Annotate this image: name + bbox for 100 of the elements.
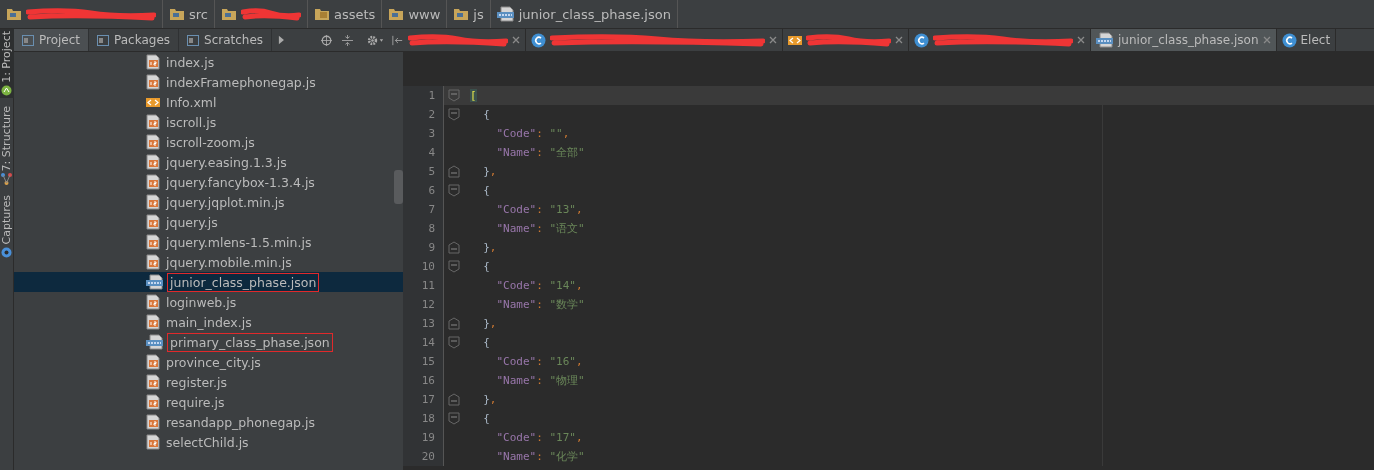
tree-item[interactable]: jquery.fancybox-1.3.4.js xyxy=(163,172,318,192)
js-file-icon xyxy=(146,234,160,250)
tree-item[interactable]: selectChild.js xyxy=(163,432,252,452)
settings-icon[interactable] xyxy=(366,33,384,47)
code-line: "Name": "数学" xyxy=(495,297,585,312)
code-line: { xyxy=(482,108,490,121)
breadcrumb-item[interactable]: junior_class_phase.json xyxy=(518,6,671,22)
tree-item[interactable]: require.js xyxy=(163,392,228,412)
tree-item[interactable]: junior_class_phase.json xyxy=(167,272,320,292)
js-file-icon xyxy=(146,114,160,130)
js-file-icon xyxy=(146,194,160,210)
close-icon[interactable] xyxy=(1262,36,1271,44)
tool-window-tab[interactable]: 7: Structure xyxy=(0,103,14,188)
line-number: 11 xyxy=(420,278,436,294)
fold-marker-icon[interactable] xyxy=(448,241,460,254)
folder-icon xyxy=(6,7,22,21)
tree-item[interactable]: resandapp_phonegap.js xyxy=(163,412,318,432)
line-number: 5 xyxy=(427,164,436,180)
line-number: 16 xyxy=(420,373,436,389)
tree-item[interactable]: index.js xyxy=(163,52,218,72)
code-line: }, xyxy=(482,165,497,178)
panel-tab[interactable]: Project xyxy=(14,29,90,51)
scrollbar-thumb[interactable] xyxy=(394,170,403,204)
close-icon[interactable] xyxy=(895,36,903,44)
tree-item[interactable]: jquery.mlens-1.5.min.js xyxy=(163,232,315,252)
line-number: 20 xyxy=(420,449,436,465)
editor-tab[interactable]: Elect xyxy=(1276,29,1337,51)
tree-item[interactable]: jquery.js xyxy=(163,212,221,232)
fold-marker-icon[interactable] xyxy=(448,336,460,349)
class-icon xyxy=(1281,32,1297,48)
line-number: 17 xyxy=(420,392,436,408)
class-icon xyxy=(914,32,929,48)
panel-icon xyxy=(187,34,200,46)
tree-item[interactable]: main_index.js xyxy=(163,312,255,332)
js-file-icon xyxy=(146,434,160,450)
code-line: }, xyxy=(482,317,497,330)
breadcrumb-item[interactable]: assets xyxy=(334,6,376,22)
js-file-icon xyxy=(146,134,160,150)
js-file-icon xyxy=(146,414,160,430)
tree-item[interactable]: jquery.mobile.min.js xyxy=(163,252,295,272)
json-file-icon xyxy=(146,334,164,350)
fold-marker-icon[interactable] xyxy=(448,89,460,102)
line-number: 9 xyxy=(427,240,436,256)
js-file-icon xyxy=(146,254,160,270)
folder-icon xyxy=(388,7,405,21)
line-number: 7 xyxy=(427,202,436,218)
collapse-icon[interactable] xyxy=(341,33,353,47)
fold-marker-icon[interactable] xyxy=(448,412,460,425)
resources-folder-icon xyxy=(314,7,330,21)
close-icon[interactable] xyxy=(512,36,520,44)
js-file-icon xyxy=(146,214,160,230)
tree-item[interactable]: primary_class_phase.json xyxy=(167,332,333,352)
target-icon[interactable] xyxy=(320,33,332,47)
breadcrumb-item[interactable]: src xyxy=(189,6,208,22)
tree-item[interactable]: jquery.easing.1.3.js xyxy=(163,152,290,172)
code-line: { xyxy=(482,184,490,197)
js-file-icon xyxy=(146,154,160,170)
tree-item[interactable]: iscroll-zoom.js xyxy=(163,132,258,152)
breadcrumb-item[interactable]: js xyxy=(473,6,484,22)
js-file-icon xyxy=(146,394,160,410)
tool-window-tab[interactable]: Captures xyxy=(0,193,14,260)
json-file-icon xyxy=(496,6,515,22)
tree-item[interactable]: register.js xyxy=(163,372,231,392)
fold-marker-icon[interactable] xyxy=(448,317,460,330)
tree-item[interactable]: loginweb.js xyxy=(163,292,240,312)
fold-marker-icon[interactable] xyxy=(448,165,460,178)
line-number: 1 xyxy=(427,88,436,104)
android-icon xyxy=(1,84,12,96)
fold-marker-icon[interactable] xyxy=(448,184,460,197)
fold-marker-icon[interactable] xyxy=(448,260,460,273)
fold-marker-icon[interactable] xyxy=(448,393,460,406)
tree-item[interactable]: Info.xml xyxy=(163,92,220,112)
hide-panel-icon[interactable] xyxy=(391,33,403,47)
fold-marker-icon[interactable] xyxy=(448,108,460,121)
breadcrumb-item[interactable]: www xyxy=(408,6,441,22)
tree-item[interactable]: jquery.jqplot.min.js xyxy=(163,192,288,212)
more-arrow-icon[interactable] xyxy=(278,35,285,45)
code-line: "Code": "17", xyxy=(495,431,583,444)
panel-icon xyxy=(97,34,110,46)
tree-item[interactable]: iscroll.js xyxy=(163,112,220,132)
close-icon[interactable] xyxy=(769,36,777,44)
tree-item[interactable]: indexFramephonegap.js xyxy=(163,72,319,92)
close-icon[interactable] xyxy=(1077,36,1085,44)
code-line: { xyxy=(482,412,490,425)
panel-tab[interactable]: Scratches xyxy=(179,29,273,51)
panel-tab[interactable]: Packages xyxy=(89,29,180,51)
line-number: 6 xyxy=(427,183,436,199)
js-file-icon xyxy=(146,74,160,90)
code-line: { xyxy=(482,260,490,273)
code-line: "Code": "13", xyxy=(495,203,583,216)
class-icon xyxy=(531,32,546,48)
tool-window-tab[interactable]: 1: Project xyxy=(0,29,14,98)
editor-tab[interactable]: junior_class_phase.json xyxy=(1091,29,1277,51)
code-line: "Name": "物理" xyxy=(495,373,585,388)
tree-item[interactable]: province_city.js xyxy=(163,352,264,372)
code-line: { xyxy=(482,336,490,349)
line-number: 3 xyxy=(427,126,436,142)
js-file-icon xyxy=(146,174,160,190)
line-number: 8 xyxy=(427,221,436,237)
line-number: 19 xyxy=(420,430,436,446)
